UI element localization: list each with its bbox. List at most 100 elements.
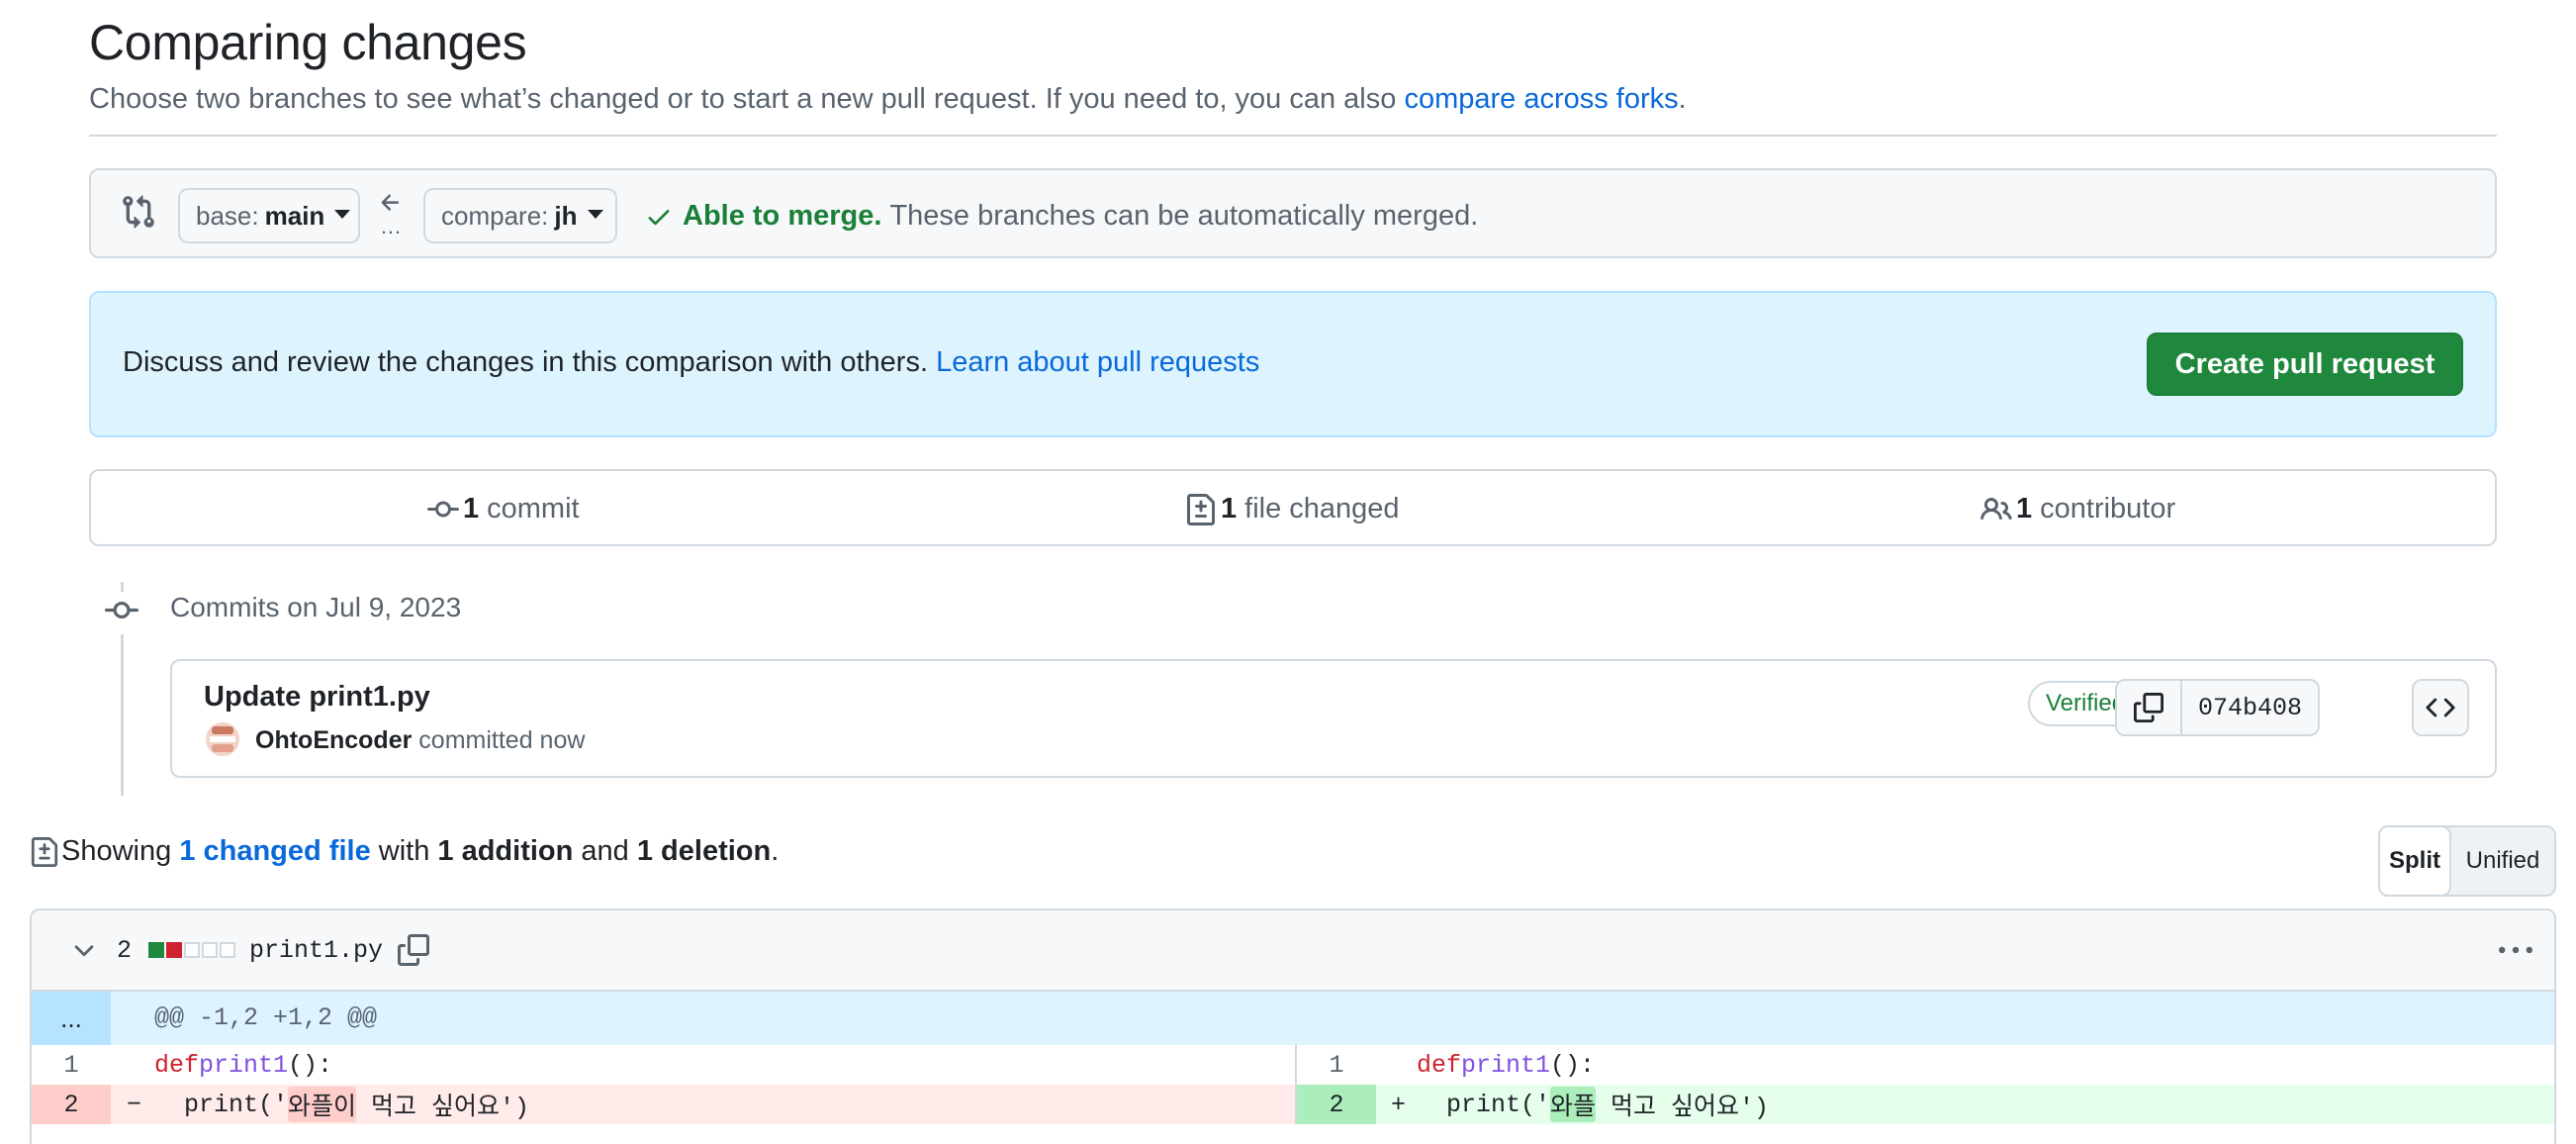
chevron-down-icon xyxy=(587,209,603,219)
compare-across-forks-link[interactable]: compare across forks xyxy=(1404,83,1678,115)
comparison-summary: 1 commit 1 file changed 1 contributor xyxy=(89,469,2497,546)
commit-sha-group: 074b408 xyxy=(2115,679,2321,736)
commits-label: commit xyxy=(487,493,580,524)
change-count: 2 xyxy=(117,936,133,965)
diffstat-add-block xyxy=(148,942,164,958)
base-branch-select[interactable]: base: main xyxy=(178,188,360,243)
contributors-summary[interactable]: 1 contributor xyxy=(1980,493,2175,525)
contributors-label: contributor xyxy=(2040,493,2176,524)
right-line-number[interactable]: 1 xyxy=(1297,1045,1376,1085)
diff-filename-link[interactable]: print1.py xyxy=(249,936,383,965)
showing-and: and xyxy=(581,835,629,867)
pull-request-flash: Discuss and review the changes in this c… xyxy=(89,291,2497,437)
check-icon xyxy=(645,203,673,231)
changed-files-link[interactable]: 1 changed file xyxy=(179,835,370,868)
hunk-header: @@ -1,2 +1,2 @@ xyxy=(154,1003,378,1032)
added-word-highlight: 와플 xyxy=(1550,1087,1597,1122)
subtitle-end: . xyxy=(1678,83,1687,115)
code-rest: (): xyxy=(1550,1050,1596,1080)
copy-icon[interactable] xyxy=(398,934,429,971)
commit-list-item: Update print1.py OhtoEncoder committed n… xyxy=(170,659,2497,778)
compare-bar: base: main … compare: jh Able to merge. … xyxy=(89,168,2497,258)
compare-branch-label: compare: xyxy=(441,200,549,231)
additions-count: 1 addition xyxy=(437,835,574,867)
right-line-number[interactable]: 2 xyxy=(1297,1085,1376,1124)
base-branch-value: main xyxy=(264,200,325,231)
commits-count: 1 xyxy=(463,493,480,524)
hunk-header-row: ... @@ -1,2 +1,2 @@ xyxy=(32,992,2554,1045)
contributors-count: 1 xyxy=(2016,493,2033,524)
split-view-button[interactable]: Split xyxy=(2378,825,2451,897)
diffstat-bar xyxy=(148,942,235,958)
left-line-number[interactable]: 2 xyxy=(32,1085,111,1124)
right-code-line: print(' 와플 먹고 싶어요') xyxy=(1446,1085,1769,1124)
left-code-line: print(' 와플이 먹고 싶어요') xyxy=(184,1085,529,1124)
kebab-menu-icon[interactable] xyxy=(2499,934,2532,973)
diff-row: 2 − print(' 와플이 먹고 싶어요') 2 + print(' 와플 먹고… xyxy=(32,1085,2554,1124)
file-diff-icon xyxy=(1187,493,1215,525)
learn-pull-requests-link[interactable]: Learn about pull requests xyxy=(936,346,1259,378)
showing-with: with xyxy=(378,835,430,867)
page-title: Comparing changes xyxy=(89,15,527,70)
deleted-word-highlight: 와플이 xyxy=(288,1087,357,1122)
subtitle-text: Choose two branches to see what’s change… xyxy=(89,83,1405,115)
diff-file-header: 2 print1.py xyxy=(32,910,2554,992)
code-post: 먹고 싶어요') xyxy=(1596,1094,1770,1122)
code-function: print1 xyxy=(199,1050,289,1080)
code-pre: print(' xyxy=(184,1090,289,1119)
showing-prefix: Showing xyxy=(61,835,172,867)
git-commit-icon xyxy=(427,501,459,517)
commit-meta: OhtoEncoder committed now xyxy=(255,726,585,755)
people-icon xyxy=(1980,497,2012,520)
files-label: file changed xyxy=(1244,493,1400,524)
diffstat-del-block xyxy=(166,942,182,958)
left-line-number[interactable]: 1 xyxy=(32,1045,111,1085)
copy-sha-button[interactable] xyxy=(2117,681,2182,734)
merge-ok-text: Able to merge. xyxy=(683,200,882,232)
file-diff-icon xyxy=(31,836,58,867)
code-post: 먹고 싶어요') xyxy=(356,1094,530,1122)
commits-date-heading: Commits on Jul 9, 2023 xyxy=(170,592,462,622)
flash-text: Discuss and review the changes in this c… xyxy=(123,346,937,378)
base-branch-label: base: xyxy=(196,200,259,231)
header-divider xyxy=(89,135,2497,137)
code-pre: print(' xyxy=(1446,1090,1551,1119)
diffstat-neutral-block xyxy=(184,942,200,958)
diffstat-neutral-block xyxy=(202,942,218,958)
chevron-down-icon xyxy=(334,209,351,219)
code-keyword: def xyxy=(154,1050,200,1080)
page-subtitle: Choose two branches to see what’s change… xyxy=(89,83,1687,116)
commit-time: committed now xyxy=(418,726,586,754)
commit-author-link[interactable]: OhtoEncoder xyxy=(255,726,412,754)
showing-end: . xyxy=(771,835,780,867)
expand-hunk-button[interactable]: ... xyxy=(32,992,111,1045)
browse-files-button[interactable] xyxy=(2412,679,2469,736)
commit-sha-link[interactable]: 074b408 xyxy=(2182,681,2318,734)
code-keyword: def xyxy=(1417,1050,1462,1080)
compare-branch-value: jh xyxy=(554,200,578,231)
diff-file: 2 print1.py ... @@ -1,2 +1,2 @@ 1 def pr… xyxy=(30,908,2556,1144)
diff-row: 1 def print1 (): 1 def print1 (): xyxy=(32,1045,2554,1085)
diff-stats-summary: Showing 1 changed file with 1 addition a… xyxy=(30,835,779,868)
deletion-marker: − xyxy=(127,1090,142,1119)
commits-summary[interactable]: 1 commit xyxy=(427,493,580,525)
left-code-line: def print1 (): xyxy=(154,1045,332,1085)
chevron-down-icon[interactable] xyxy=(69,936,99,971)
merge-status: Able to merge. These branches can be aut… xyxy=(645,200,1478,233)
create-pull-request-button[interactable]: Create pull request xyxy=(2147,333,2463,396)
git-commit-icon xyxy=(105,592,138,634)
diff-view-toggle: Split Unified xyxy=(2378,825,2556,897)
commit-title-link[interactable]: Update print1.py xyxy=(204,681,430,714)
copy-icon xyxy=(2134,693,2163,722)
deletions-count: 1 deletion xyxy=(636,835,772,867)
files-count: 1 xyxy=(1221,493,1238,524)
ellipsis-icon: … xyxy=(380,214,402,238)
flash-message: Discuss and review the changes in this c… xyxy=(123,346,1259,379)
unified-view-button[interactable]: Unified xyxy=(2451,827,2554,895)
code-rest: (): xyxy=(288,1050,333,1080)
files-changed-summary[interactable]: 1 file changed xyxy=(1185,493,1400,525)
compare-branch-select[interactable]: compare: jh xyxy=(423,188,617,243)
diffstat-neutral-block xyxy=(220,942,235,958)
avatar[interactable] xyxy=(206,722,239,756)
right-code-line: def print1 (): xyxy=(1417,1045,1595,1085)
